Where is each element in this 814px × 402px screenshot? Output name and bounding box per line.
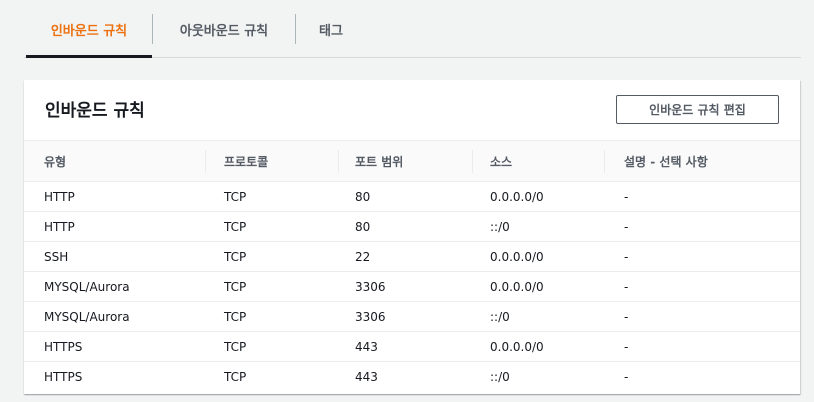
- column-separator: [205, 150, 206, 173]
- tab-tags[interactable]: 태그: [296, 0, 366, 58]
- cell-type: HTTP: [44, 190, 75, 204]
- cell-source: 0.0.0.0/0: [490, 280, 544, 294]
- cell-protocol: TCP: [224, 280, 247, 294]
- cell-source: ::/0: [490, 220, 510, 234]
- cell-type: HTTPS: [44, 370, 83, 384]
- cell-source: 0.0.0.0/0: [490, 190, 544, 204]
- cell-port-range: 22: [355, 250, 371, 264]
- cell-description: -: [624, 370, 629, 384]
- cell-port-range: 80: [355, 220, 371, 234]
- column-separator: [604, 150, 605, 173]
- cell-port-range: 443: [355, 340, 378, 354]
- column-separator: [338, 150, 339, 173]
- cell-port-range: 3306: [355, 310, 386, 324]
- cell-description: -: [624, 280, 629, 294]
- cell-type: SSH: [44, 250, 69, 264]
- table-row: MYSQL/Aurora TCP 3306 ::/0 -: [24, 302, 800, 332]
- cell-protocol: TCP: [224, 190, 247, 204]
- edit-inbound-rules-button[interactable]: 인바운드 규칙 편집: [616, 95, 779, 124]
- tab-outbound-rules[interactable]: 아웃바운드 규칙: [153, 0, 295, 58]
- column-separator: [472, 150, 473, 173]
- cell-port-range: 80: [355, 190, 371, 204]
- column-header-port-range[interactable]: 포트 범위: [355, 141, 403, 182]
- tab-inbound-rules[interactable]: 인바운드 규칙: [26, 0, 152, 58]
- cell-port-range: 3306: [355, 280, 386, 294]
- cell-description: -: [624, 190, 629, 204]
- cell-source: 0.0.0.0/0: [490, 340, 544, 354]
- cell-port-range: 443: [355, 370, 378, 384]
- cell-protocol: TCP: [224, 250, 247, 264]
- table-row: HTTP TCP 80 ::/0 -: [24, 212, 800, 242]
- column-header-type[interactable]: 유형: [44, 141, 66, 182]
- cell-source: ::/0: [490, 310, 510, 324]
- cell-protocol: TCP: [224, 340, 247, 354]
- column-header-protocol[interactable]: 프로토콜: [224, 141, 268, 182]
- cell-protocol: TCP: [224, 310, 247, 324]
- cell-description: -: [624, 220, 629, 234]
- column-header-description[interactable]: 설명 - 선택 사항: [624, 141, 708, 182]
- cell-description: -: [624, 310, 629, 324]
- tab-bar: 인바운드 규칙 아웃바운드 규칙 태그: [0, 0, 814, 58]
- cell-description: -: [624, 340, 629, 354]
- inbound-rules-panel: 인바운드 규칙 인바운드 규칙 편집 유형 프로토콜 포트 범위 소스 설명 -…: [24, 80, 800, 394]
- active-tab-indicator: [26, 55, 152, 58]
- cell-type: HTTPS: [44, 340, 83, 354]
- cell-type: MYSQL/Aurora: [44, 280, 130, 294]
- table-row: HTTPS TCP 443 0.0.0.0/0 -: [24, 332, 800, 362]
- cell-type: HTTP: [44, 220, 75, 234]
- table-row: HTTP TCP 80 0.0.0.0/0 -: [24, 182, 800, 212]
- table-row: SSH TCP 22 0.0.0.0/0 -: [24, 242, 800, 272]
- cell-source: ::/0: [490, 370, 510, 384]
- table-row: HTTPS TCP 443 ::/0 -: [24, 362, 800, 392]
- table-header: 유형 프로토콜 포트 범위 소스 설명 - 선택 사항: [24, 140, 800, 182]
- cell-description: -: [624, 250, 629, 264]
- cell-source: 0.0.0.0/0: [490, 250, 544, 264]
- cell-protocol: TCP: [224, 220, 247, 234]
- table-row: MYSQL/Aurora TCP 3306 0.0.0.0/0 -: [24, 272, 800, 302]
- column-header-source[interactable]: 소스: [490, 141, 512, 182]
- panel-title: 인바운드 규칙: [45, 101, 145, 121]
- cell-type: MYSQL/Aurora: [44, 310, 130, 324]
- cell-protocol: TCP: [224, 370, 247, 384]
